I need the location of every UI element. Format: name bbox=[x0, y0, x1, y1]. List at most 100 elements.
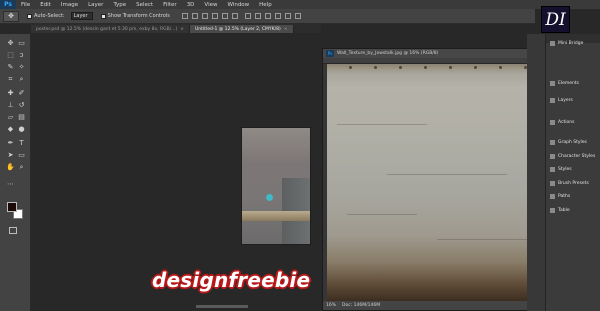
healing-brush-icon[interactable]: ✚ bbox=[6, 89, 15, 98]
move-tool-preset-icon[interactable]: ✥ bbox=[3, 10, 19, 22]
align-bottom-icon[interactable] bbox=[201, 13, 208, 19]
rivet bbox=[474, 66, 477, 69]
lasso-tool-icon[interactable]: ↄ bbox=[17, 51, 26, 60]
right-panels: Mini Bridge Elements Layers Actions Grap… bbox=[545, 34, 600, 311]
auto-select-dropdown[interactable]: Layer bbox=[70, 12, 93, 20]
texture-crack bbox=[347, 214, 417, 215]
clone-stamp-icon[interactable]: ⊥ bbox=[6, 101, 15, 110]
close-icon[interactable]: × bbox=[284, 27, 288, 32]
type-tool-icon[interactable]: T bbox=[17, 139, 26, 148]
designfreebie-watermark: designfreebie bbox=[152, 268, 311, 292]
panel-character-styles[interactable]: Character Styles bbox=[550, 152, 600, 161]
watermark-underline bbox=[196, 305, 248, 308]
document-title: Wall_Texture_by_Jowstalk.jpg @ 16% (RGB/… bbox=[337, 51, 439, 56]
align-top-icon[interactable] bbox=[181, 13, 188, 19]
show-transform-checkbox[interactable] bbox=[100, 13, 106, 19]
tools-panel: ✥ ▭ ⬚ ↄ ✎ ✧ ⌗ ⌕ ✚ ✐ ⊥ ↺ ▱ ▤ ◆ ● ✒ T ➤ ▭ … bbox=[0, 34, 31, 311]
di-logo: DI bbox=[541, 6, 570, 33]
auto-select-checkbox[interactable] bbox=[27, 13, 32, 19]
zoom-level[interactable]: 16% bbox=[326, 303, 336, 308]
tab-poster[interactable]: poster.psd @ 12.5% (dessin gant et 5.30 … bbox=[31, 25, 191, 33]
menu-window[interactable]: Window bbox=[222, 2, 254, 8]
path-select-icon[interactable]: ➤ bbox=[6, 151, 15, 160]
align-vcenter-icon[interactable] bbox=[191, 13, 198, 19]
history-brush-icon[interactable]: ↺ bbox=[17, 101, 26, 110]
quick-mask-icon[interactable] bbox=[9, 227, 17, 234]
rivet-strip bbox=[327, 64, 544, 70]
panel-graph-styles[interactable]: Graph Styles bbox=[550, 138, 600, 147]
graph-styles-icon bbox=[550, 140, 555, 145]
doc-size-info: Doc: 146M/146M bbox=[342, 303, 381, 308]
paths-icon bbox=[550, 194, 555, 199]
wall-texture-canvas[interactable] bbox=[327, 64, 544, 302]
panel-actions[interactable]: Actions bbox=[550, 118, 600, 127]
align-buttons bbox=[180, 13, 301, 19]
panel-brush-presets[interactable]: Brush Presets bbox=[550, 179, 600, 188]
document-status-bar: 16% Doc: 146M/146M bbox=[323, 301, 544, 310]
mini-bridge-icon bbox=[550, 41, 555, 46]
distribute-vcenter-icon[interactable] bbox=[254, 13, 261, 19]
panel-styles[interactable]: Styles bbox=[550, 165, 600, 174]
more-tools-icon[interactable]: ⋯ bbox=[6, 180, 15, 189]
distribute-left-icon[interactable] bbox=[274, 13, 281, 19]
align-hcenter-icon[interactable] bbox=[221, 13, 228, 19]
rivet bbox=[374, 66, 377, 69]
menu-image[interactable]: Image bbox=[56, 2, 83, 8]
move-tool-icon[interactable]: ✥ bbox=[6, 39, 15, 48]
distribute-bottom-icon[interactable] bbox=[264, 13, 271, 19]
texture-crack bbox=[437, 239, 527, 240]
panel-table[interactable]: Table bbox=[550, 206, 600, 215]
panel-dock-strip bbox=[527, 34, 545, 311]
crop-tool-icon[interactable]: ⌗ bbox=[6, 75, 15, 84]
options-bar: ✥ Auto-Select: Layer Show Transform Cont… bbox=[0, 9, 535, 24]
gradient-tool-icon[interactable]: ▤ bbox=[17, 113, 26, 122]
small-document-canvas[interactable] bbox=[241, 127, 311, 245]
texture-crack bbox=[337, 124, 427, 125]
tab-label: poster.psd @ 12.5% (dessin gant et 5.30 … bbox=[36, 26, 178, 32]
panel-elements[interactable]: Elements bbox=[550, 79, 600, 88]
floating-document-window[interactable]: Ps Wall_Texture_by_Jowstalk.jpg @ 16% (R… bbox=[322, 48, 545, 311]
elements-icon bbox=[550, 81, 555, 86]
texture-crack bbox=[387, 174, 507, 175]
marquee-tool-icon[interactable]: ⬚ bbox=[6, 51, 15, 60]
panel-mini-bridge[interactable]: Mini Bridge bbox=[550, 39, 600, 48]
distribute-hcenter-icon[interactable] bbox=[284, 13, 291, 19]
zoom-tool-icon[interactable]: ⌕ bbox=[17, 163, 26, 172]
menu-layer[interactable]: Layer bbox=[83, 2, 108, 8]
menu-edit[interactable]: Edit bbox=[35, 2, 56, 8]
distribute-top-icon[interactable] bbox=[244, 13, 251, 19]
quick-select-tool-icon[interactable]: ✎ bbox=[6, 63, 15, 72]
layers-icon bbox=[550, 98, 555, 103]
document-titlebar[interactable]: Ps Wall_Texture_by_Jowstalk.jpg @ 16% (R… bbox=[323, 49, 544, 58]
blur-tool-icon[interactable]: ◆ bbox=[6, 125, 15, 134]
close-icon[interactable]: × bbox=[180, 27, 184, 32]
menu-type[interactable]: Type bbox=[108, 2, 131, 8]
panel-paths[interactable]: Paths bbox=[550, 192, 600, 201]
panel-layers[interactable]: Layers bbox=[550, 96, 600, 105]
eyedropper-tool-icon[interactable]: ⌕ bbox=[17, 75, 26, 84]
show-transform-label: Show Transform Controls bbox=[107, 13, 170, 19]
distribute-right-icon[interactable] bbox=[294, 13, 301, 19]
align-left-icon[interactable] bbox=[211, 13, 218, 19]
menu-file[interactable]: File bbox=[16, 2, 35, 8]
actions-icon bbox=[550, 120, 555, 125]
menu-filter[interactable]: Filter bbox=[158, 2, 182, 8]
align-right-icon[interactable] bbox=[231, 13, 238, 19]
pen-tool-icon[interactable]: ✒ bbox=[6, 139, 15, 148]
artboard-tool-icon[interactable]: ▭ bbox=[17, 39, 26, 48]
menu-help[interactable]: Help bbox=[254, 2, 277, 8]
magic-wand-icon[interactable]: ✧ bbox=[17, 63, 26, 72]
tab-untitled-1[interactable]: Untitled-1 @ 12.5% (Layer 2, CMYK/8) × bbox=[190, 25, 294, 33]
brush-tool-icon[interactable]: ✐ bbox=[17, 89, 26, 98]
table-icon bbox=[550, 208, 555, 213]
photoshop-doc-icon: Ps bbox=[326, 50, 334, 57]
menu-3d[interactable]: 3D bbox=[182, 2, 200, 8]
menu-view[interactable]: View bbox=[199, 2, 222, 8]
dodge-tool-icon[interactable]: ● bbox=[17, 125, 26, 134]
shape-tool-icon[interactable]: ▭ bbox=[17, 151, 26, 160]
foreground-color-swatch[interactable] bbox=[7, 202, 17, 212]
hand-tool-icon[interactable]: ✋ bbox=[6, 163, 15, 172]
auto-select-label: Auto-Select: bbox=[34, 13, 65, 19]
eraser-tool-icon[interactable]: ▱ bbox=[6, 113, 15, 122]
menu-select[interactable]: Select bbox=[131, 2, 158, 8]
